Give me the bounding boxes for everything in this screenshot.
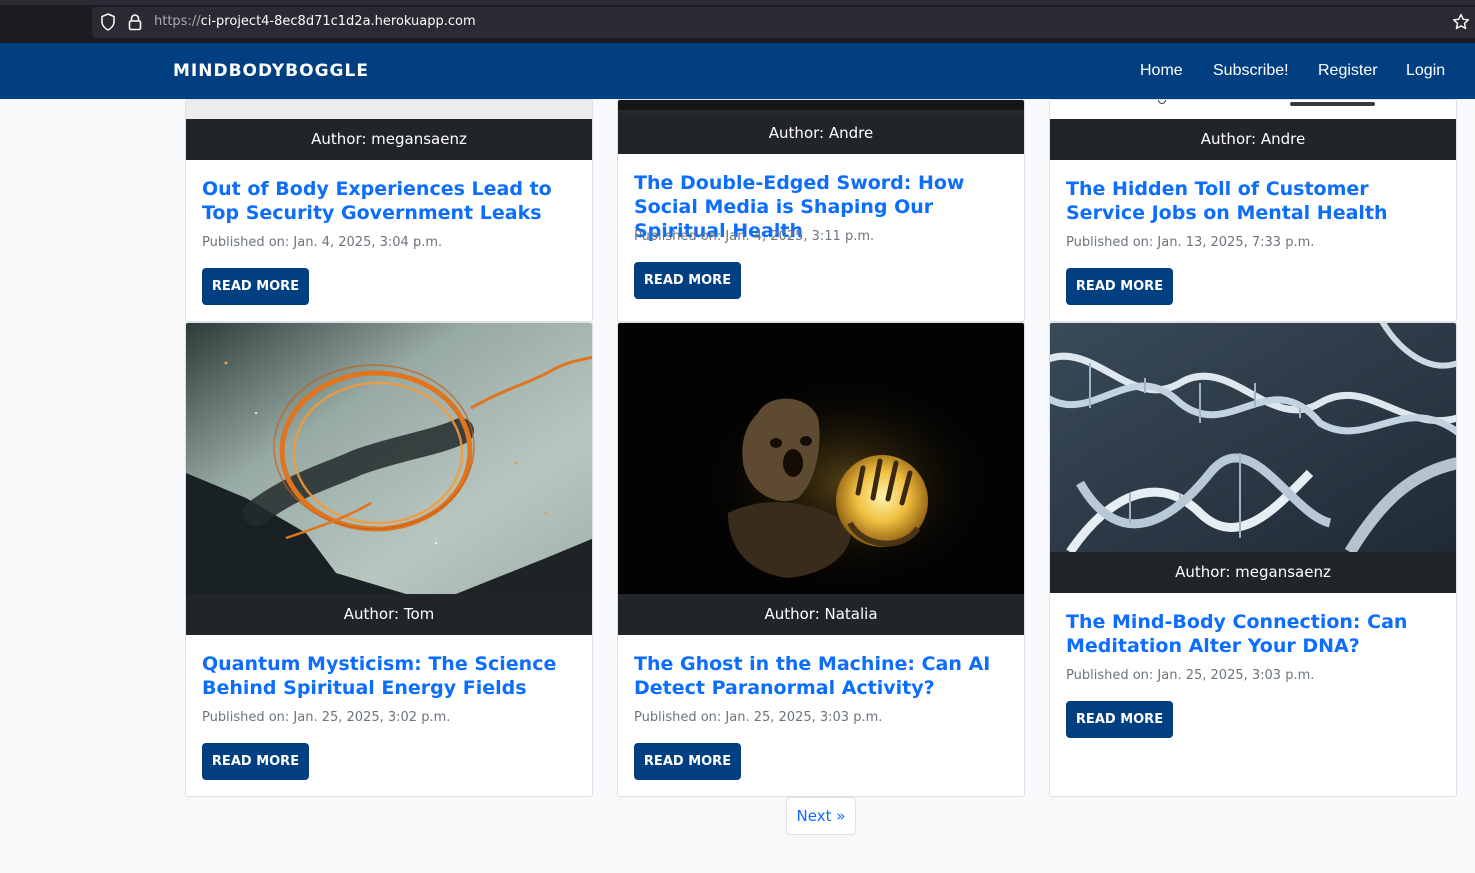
nav-login[interactable]: Login xyxy=(1406,62,1445,80)
site-navbar: MINDBODYBOGGLE Home Subscribe! Register … xyxy=(0,43,1475,99)
url-host: ci-project4-8ec8d71c1d2a.herokuapp.com xyxy=(200,14,476,29)
post-author: Author: Andre xyxy=(1050,119,1456,160)
post-image[interactable] xyxy=(186,100,592,119)
energy-ring-image xyxy=(186,323,592,594)
post-author: Author: Tom xyxy=(186,594,592,635)
nav-home[interactable]: Home xyxy=(1140,62,1183,80)
post-author: Author: Andre xyxy=(618,113,1024,154)
nav-subscribe[interactable]: Subscribe! xyxy=(1213,62,1289,80)
post-author: Author: megansaenz xyxy=(186,119,592,160)
post-published-date: Published on: Jan. 13, 2025, 7:33 p.m. xyxy=(1066,235,1315,250)
post-title-link[interactable]: The Mind-Body Connection: Can Meditation… xyxy=(1066,610,1436,658)
dna-helix-image xyxy=(1050,323,1456,552)
post-title-link[interactable]: Quantum Mysticism: The Science Behind Sp… xyxy=(202,652,572,700)
shield-icon[interactable] xyxy=(100,13,116,31)
post-author: Author: megansaenz xyxy=(1050,552,1456,593)
post-image[interactable] xyxy=(618,323,1024,594)
read-more-button[interactable]: READ MORE xyxy=(1066,268,1173,305)
site-brand[interactable]: MINDBODYBOGGLE xyxy=(173,61,369,81)
post-card: Author: Natalia The Ghost in the Machine… xyxy=(617,322,1025,797)
post-published-date: Published on: Jan. 25, 2025, 3:03 p.m. xyxy=(1066,668,1315,683)
post-image[interactable] xyxy=(618,100,1024,113)
post-card: Author: Tom Quantum Mysticism: The Scien… xyxy=(185,322,593,797)
post-card: Author: megansaenz Out of Body Experienc… xyxy=(185,99,593,322)
read-more-button[interactable]: READ MORE xyxy=(202,743,309,780)
post-title-link[interactable]: Out of Body Experiences Lead to Top Secu… xyxy=(202,177,572,225)
read-more-button[interactable]: READ MORE xyxy=(202,268,309,305)
post-published-date: Published on: Jan. 4, 2025, 3:04 p.m. xyxy=(202,235,443,250)
lock-icon[interactable] xyxy=(128,13,142,31)
browser-toolbar: https://ci-project4-8ec8d71c1d2a.herokua… xyxy=(0,0,1475,43)
bookmark-star-icon[interactable] xyxy=(1452,13,1470,31)
read-more-button[interactable]: READ MORE xyxy=(634,743,741,780)
post-image[interactable] xyxy=(1050,100,1456,119)
post-card: Author: Andre The Double-Edged Sword: Ho… xyxy=(617,99,1025,322)
read-more-button[interactable]: READ MORE xyxy=(634,262,741,299)
read-more-button[interactable]: READ MORE xyxy=(1066,701,1173,738)
post-image[interactable] xyxy=(186,323,592,594)
browser-tabstrip-edge xyxy=(0,0,1475,5)
url-scheme: https:// xyxy=(154,14,201,29)
post-published-date: Published on: Jan. 25, 2025, 3:03 p.m. xyxy=(634,710,883,725)
post-image[interactable] xyxy=(1050,323,1456,552)
post-author: Author: Natalia xyxy=(618,594,1024,635)
url-text[interactable]: https://ci-project4-8ec8d71c1d2a.herokua… xyxy=(154,14,476,29)
post-title-link[interactable]: The Ghost in the Machine: Can AI Detect … xyxy=(634,652,1004,700)
pagination-next-button[interactable]: Next » xyxy=(786,797,856,835)
nav-register[interactable]: Register xyxy=(1318,62,1378,80)
ghost-crystal-ball-image xyxy=(618,323,1024,594)
post-card: Author: megansaenz The Mind-Body Connect… xyxy=(1049,322,1457,797)
post-published-date: Published on: Jan. 25, 2025, 3:02 p.m. xyxy=(202,710,451,725)
post-card: Author: Andre The Hidden Toll of Custome… xyxy=(1049,99,1457,322)
post-published-date: Published on: Jan. 4, 2025, 3:11 p.m. xyxy=(634,229,875,244)
post-title-link[interactable]: The Hidden Toll of Customer Service Jobs… xyxy=(1066,177,1436,225)
